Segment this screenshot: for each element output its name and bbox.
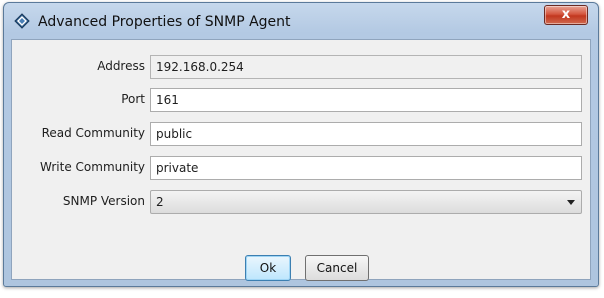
dialog-content: Address 192.168.0.254 Port 161 Read Comm… — [11, 39, 591, 281]
write-community-label: Write Community — [40, 160, 145, 174]
snmp-version-label: SNMP Version — [62, 194, 145, 208]
title-bar[interactable]: Advanced Properties of SNMP Agent x — [4, 3, 598, 39]
read-community-row: Read Community public — [12, 122, 590, 146]
snmp-version-select[interactable]: 2 — [150, 190, 582, 214]
write-community-field[interactable]: private — [150, 156, 582, 180]
read-community-label: Read Community — [41, 126, 145, 140]
close-icon: x — [561, 7, 571, 22]
address-row: Address 192.168.0.254 — [12, 55, 590, 79]
port-row: Port 161 — [12, 88, 590, 112]
read-community-field[interactable]: public — [150, 122, 582, 146]
address-field: 192.168.0.254 — [150, 55, 582, 79]
address-label: Address — [97, 59, 145, 73]
snmp-version-value: 2 — [156, 195, 164, 209]
write-community-row: Write Community private — [12, 156, 590, 180]
dialog-title: Advanced Properties of SNMP Agent — [38, 14, 291, 30]
close-button[interactable]: x — [544, 5, 588, 25]
port-label: Port — [121, 92, 145, 106]
snmp-diamond-icon — [14, 13, 30, 29]
snmp-version-row: SNMP Version 2 — [12, 190, 590, 214]
chevron-down-icon[interactable] — [567, 200, 575, 205]
cancel-button[interactable]: Cancel — [305, 255, 369, 281]
port-field[interactable]: 161 — [150, 88, 582, 112]
ok-button[interactable]: Ok — [245, 255, 291, 281]
dialog-window: Advanced Properties of SNMP Agent x Addr… — [3, 2, 599, 287]
